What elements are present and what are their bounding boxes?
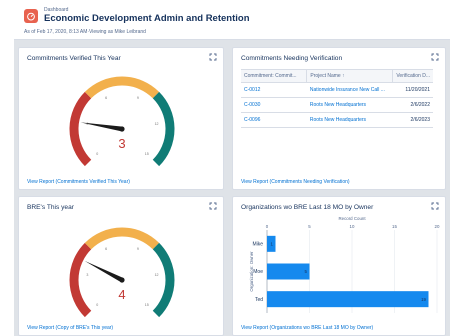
category-label: Moe bbox=[253, 269, 263, 275]
data-label: 19 bbox=[421, 297, 426, 302]
gauge-tick-label: 12 bbox=[155, 273, 159, 277]
dashboard-icon bbox=[24, 9, 38, 23]
table-header-row: Commitment: Commit... Project Name ↑ Ver… bbox=[241, 69, 433, 83]
view-report-link[interactable]: View Report (Organizations wo BRE Last 1… bbox=[241, 325, 373, 331]
category-label: Ted bbox=[255, 297, 263, 303]
view-report-link[interactable]: View Report (Copy of BRE's This year) bbox=[27, 325, 113, 331]
card-title: Commitments Needing Verification bbox=[241, 55, 343, 62]
commitment-link[interactable]: C-0030 bbox=[241, 97, 307, 113]
gauge-tick-label: 0 bbox=[96, 152, 98, 156]
verification-date: 11/20/2021 bbox=[392, 82, 433, 98]
gauge-tick-label: 6 bbox=[105, 96, 107, 100]
gauge-band-low bbox=[69, 91, 92, 167]
x-tick-label: 15 bbox=[392, 224, 397, 229]
commitment-link[interactable]: C-0012 bbox=[241, 82, 307, 98]
gauge-chart: 0 3 6 9 12 15 4 bbox=[69, 227, 175, 318]
gauge-tick-label: 0 bbox=[96, 303, 98, 307]
table-row: C-0012 Nationwide Insurance New Call ...… bbox=[241, 82, 433, 98]
commitment-link[interactable]: C-0096 bbox=[241, 112, 307, 128]
dashboard-page: Dashboard Economic Development Admin and… bbox=[14, 0, 450, 336]
card-commitments-verified: Commitments Verified This Year 036912153… bbox=[18, 47, 224, 190]
gauge-tick-label: 12 bbox=[155, 122, 159, 126]
verification-date: 2/6/2022 bbox=[392, 97, 433, 113]
x-tick-label: 0 bbox=[266, 224, 269, 229]
dashboard-title: Economic Development Admin and Retention bbox=[44, 13, 250, 24]
project-link[interactable]: Roots New Headquarters bbox=[306, 97, 393, 113]
column-header-project-name[interactable]: Project Name ↑ bbox=[306, 69, 394, 83]
expand-icon[interactable] bbox=[431, 53, 439, 61]
gauge-value: 3 bbox=[118, 136, 125, 151]
gauge-tick-label: 9 bbox=[137, 247, 139, 251]
bar[interactable] bbox=[267, 263, 310, 280]
dashboard-header: Dashboard Economic Development Admin and… bbox=[14, 0, 450, 40]
project-link[interactable]: Nationwide Insurance New Call ... bbox=[306, 82, 393, 98]
card-bres-this-year: BRE's This year 0 3 6 9 12 15 4 View Report (C… bbox=[18, 196, 224, 336]
x-tick-label: 10 bbox=[350, 224, 355, 229]
x-axis-title: Record Count bbox=[338, 216, 366, 221]
column-header-commitment[interactable]: Commitment: Commit... bbox=[241, 69, 308, 83]
gauge-hub bbox=[119, 126, 125, 132]
column-header-verification-date[interactable]: Verification D... bbox=[392, 69, 433, 83]
view-report-link[interactable]: View Report (Commitments Needing Verific… bbox=[241, 179, 350, 185]
x-tick-label: 20 bbox=[435, 224, 440, 229]
project-link[interactable]: Roots New Headquarters bbox=[306, 112, 393, 128]
table-row: C-0030 Roots New Headquarters 2/6/2022 bbox=[241, 97, 433, 113]
gauge-band-mid bbox=[84, 76, 160, 99]
gauge-chart: 036912153 bbox=[69, 76, 175, 167]
gauge-band-high bbox=[152, 242, 175, 318]
x-tick-label: 5 bbox=[308, 224, 311, 229]
gauge-needle bbox=[80, 122, 123, 132]
gauge-tick-label: 6 bbox=[105, 247, 107, 251]
gauge-tick-label: 15 bbox=[145, 152, 149, 156]
bar-chart: Record Count Organization: Owner 0 5 10 15 2… bbox=[249, 216, 440, 313]
gauge-tick-label: 3 bbox=[86, 273, 88, 277]
card-orgs-bre-by-owner: Organizations wo BRE Last 18 MO by Owner… bbox=[232, 196, 446, 336]
gauge-tick-label: 15 bbox=[145, 303, 149, 307]
category-label: Mike bbox=[252, 242, 263, 248]
gauge-hub bbox=[119, 277, 125, 283]
verification-date: 2/6/2023 bbox=[392, 112, 433, 128]
table-row: C-0096 Roots New Headquarters 2/6/2023 bbox=[241, 112, 433, 128]
bar[interactable] bbox=[267, 291, 429, 308]
gauge-band-low bbox=[69, 242, 92, 318]
card-commitments-needing-verification: Commitments Needing Verification Commitm… bbox=[232, 47, 446, 190]
gauge-band-mid bbox=[84, 227, 160, 250]
gauge-value: 4 bbox=[118, 287, 125, 302]
gauge-needle bbox=[84, 260, 124, 283]
view-report-link[interactable]: View Report (Commitments Verified This Y… bbox=[27, 179, 130, 185]
gauge-band-high bbox=[152, 91, 175, 167]
commitments-table: Commitment: Commit... Project Name ↑ Ver… bbox=[241, 69, 433, 128]
gauge-tick-label: 9 bbox=[137, 96, 139, 100]
dashboard-subtitle: As of Feb 17, 2020, 8:13 AM·Viewing as M… bbox=[24, 29, 146, 35]
